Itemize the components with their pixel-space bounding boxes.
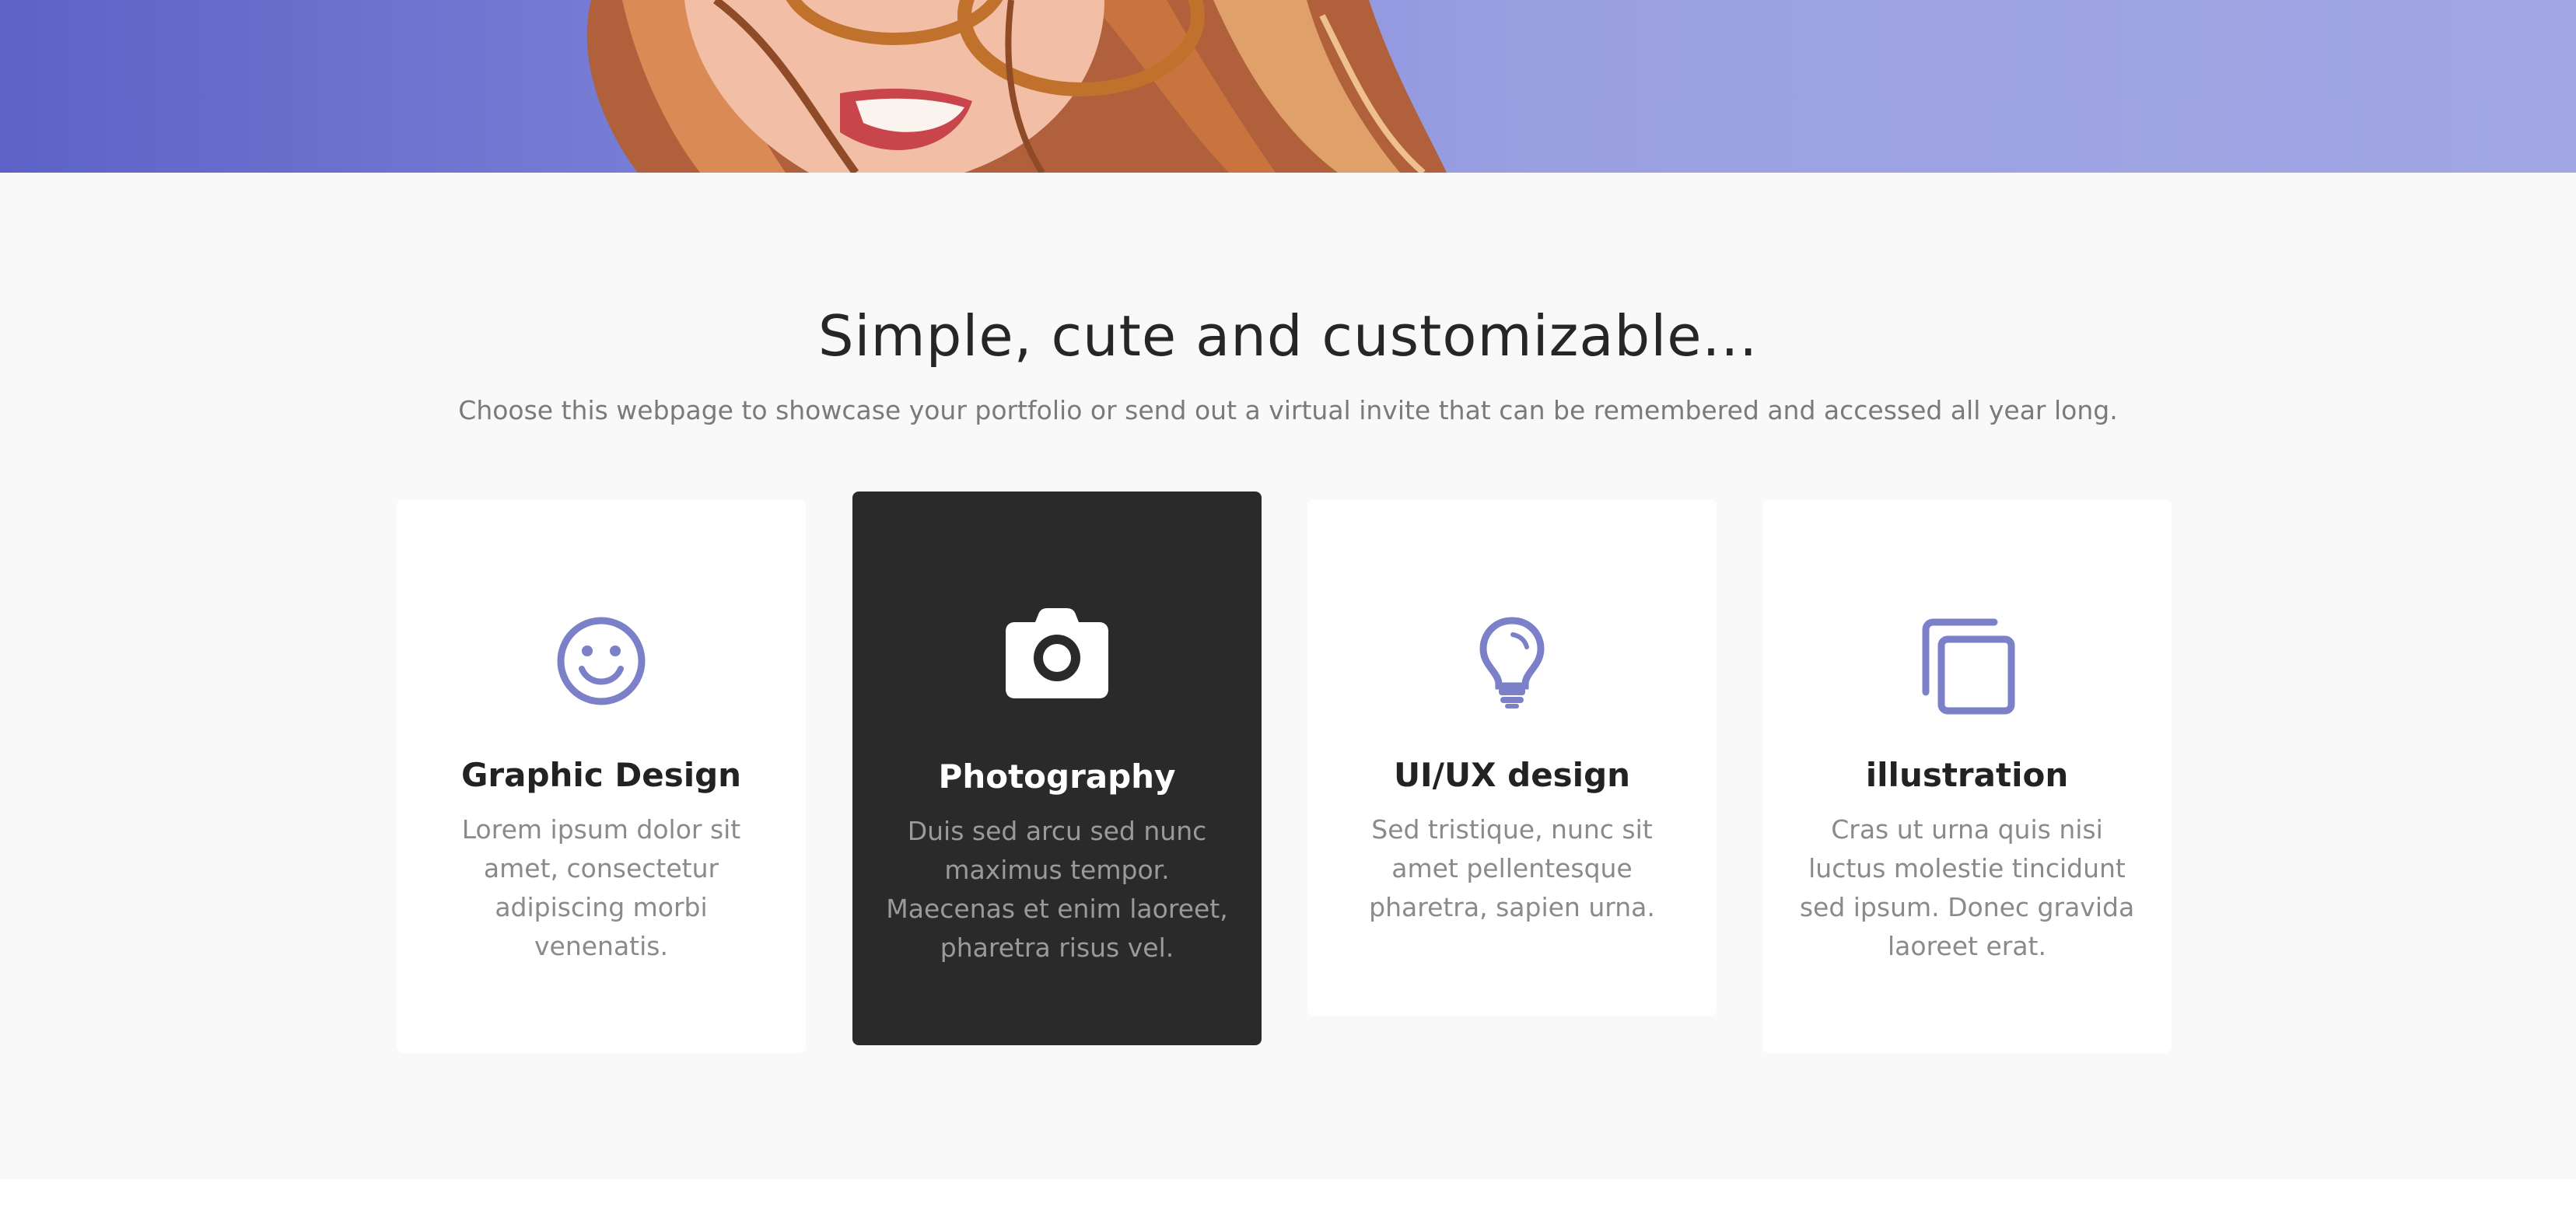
feature-card-title: Photography	[938, 757, 1176, 796]
feature-card-title: Graphic Design	[460, 756, 742, 794]
feature-card-photography[interactable]: Photography Duis sed arcu sed nunc maxim…	[852, 492, 1262, 1045]
feature-card-uiux-design[interactable]: UI/UX design Sed tristique, nunc sit ame…	[1307, 499, 1717, 1016]
feature-card-title: illustration	[1865, 756, 2069, 794]
feature-card-text: Sed tristique, nunc sit amet pellentesqu…	[1369, 814, 1655, 922]
features-subtitle: Choose this webpage to showcase your por…	[458, 395, 2118, 425]
features-title: Simple, cute and customizable...	[817, 303, 1759, 369]
features-section: Simple, cute and customizable... Choose …	[0, 173, 2576, 1179]
feature-card-illustration[interactable]: illustration Cras ut urna quis nisi luct…	[1762, 499, 2172, 1053]
feature-card-graphic-design[interactable]: Graphic Design Lorem ipsum dolor sit ame…	[397, 499, 806, 1053]
feature-card-text: Lorem ipsum dolor sit amet, consectetur …	[461, 814, 741, 961]
smiley-icon	[397, 616, 806, 706]
hero-image	[0, 0, 2576, 173]
hero-photo	[586, 0, 1447, 173]
feature-card-text: Duis sed arcu sed nunc maximus tempor. M…	[886, 816, 1228, 963]
feature-card-text: Cras ut urna quis nisi luctus molestie t…	[1799, 814, 2135, 961]
copy-icon	[1762, 616, 2172, 717]
lightbulb-icon	[1307, 616, 1717, 709]
camera-icon	[852, 607, 1262, 700]
feature-card-title: UI/UX design	[1393, 756, 1631, 794]
